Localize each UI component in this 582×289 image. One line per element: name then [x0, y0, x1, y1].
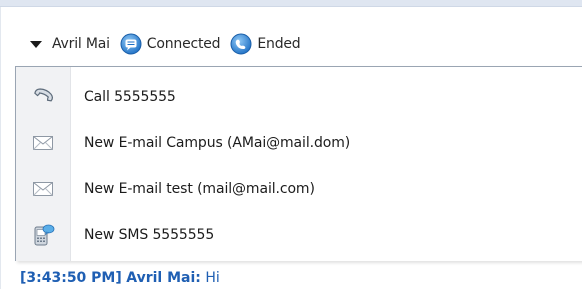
chat-bubble-icon	[120, 33, 142, 55]
menu-item-label: New E-mail test (mail@mail.com)	[84, 181, 315, 197]
ended-label: Ended	[257, 36, 301, 52]
contact-name: Avril Mai	[52, 36, 110, 52]
connected-filter-button[interactable]: Connected	[120, 33, 221, 55]
menu-item-email-test[interactable]: New E-mail test (mail@mail.com)	[16, 166, 582, 212]
contact-toolbar: Avril Mai Connected Ended	[30, 29, 301, 59]
connected-label: Connected	[146, 36, 221, 52]
phone-icon	[34, 88, 54, 102]
menu-item-email-campus[interactable]: New E-mail Campus (AMai@mail.dom)	[16, 120, 582, 166]
menu-item-label: New SMS 5555555	[84, 227, 215, 243]
caret-down-icon	[30, 41, 42, 48]
menu-item-sms[interactable]: New SMS 5555555	[16, 212, 582, 258]
window-left-border	[0, 7, 1, 289]
ended-filter-button[interactable]: Ended	[230, 33, 301, 55]
window-top-divider	[0, 6, 582, 7]
menu-item-label: New E-mail Campus (AMai@mail.dom)	[84, 135, 351, 151]
contact-dropdown-button[interactable]: Avril Mai	[30, 36, 110, 52]
contact-context-menu: Call 5555555 New E-mail Campus (AMai@mai…	[15, 66, 582, 261]
envelope-icon	[33, 182, 53, 196]
message-timestamp: [3:43:50 PM]	[20, 270, 122, 286]
message-text: Hi	[205, 270, 220, 286]
sms-icon	[34, 224, 55, 246]
message-sender: Avril Mai:	[126, 270, 201, 286]
envelope-icon	[33, 136, 53, 150]
ended-call-icon	[230, 33, 252, 55]
chat-message-line: [3:43:50 PM] Avril Mai: Hi	[20, 270, 220, 286]
menu-item-label: Call 5555555	[84, 89, 176, 105]
menu-item-call[interactable]: Call 5555555	[16, 74, 582, 120]
